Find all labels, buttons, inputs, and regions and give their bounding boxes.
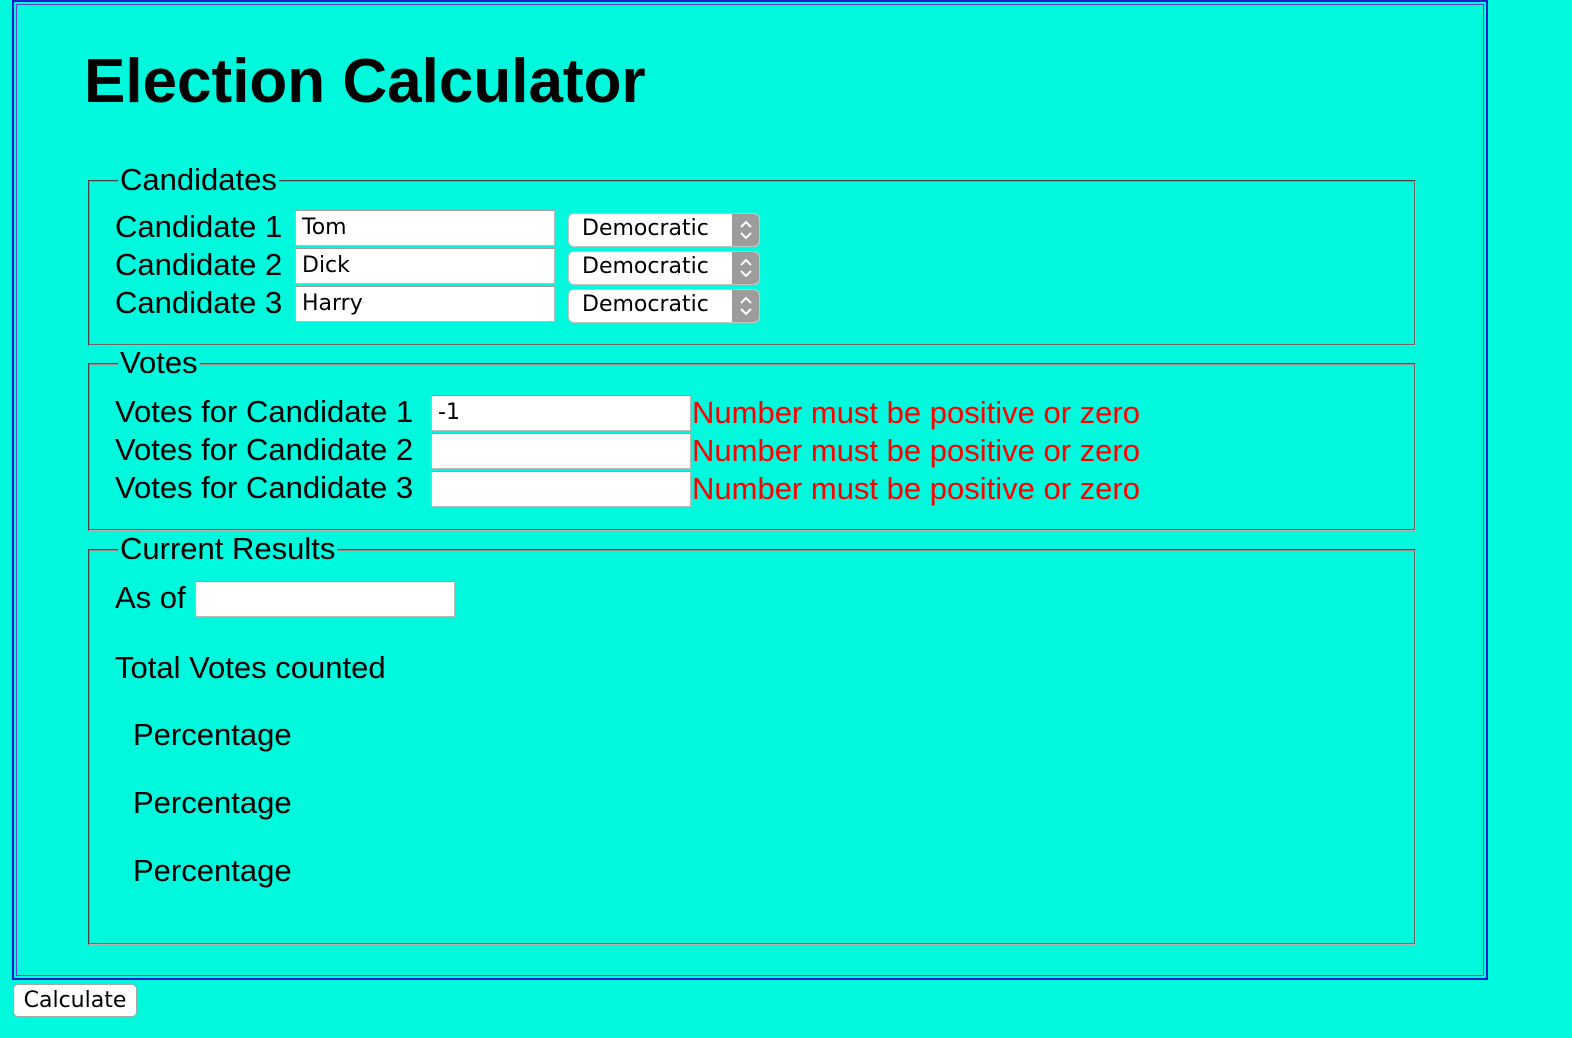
calculate-button[interactable]: Calculate	[13, 984, 137, 1017]
votes-fieldset: Votes Votes for Candidate 1 -1 Number mu…	[88, 346, 1416, 531]
candidates-fieldset: Candidates Candidate 1 Tom Democratic Ca…	[88, 163, 1416, 346]
percentage-label-3: Percentage	[133, 853, 292, 888]
candidate-1-name-input[interactable]: Tom	[295, 210, 555, 246]
candidate-3-party-value: Democratic	[582, 292, 709, 317]
votes-candidate-3-error: Number must be positive or zero	[692, 471, 1140, 506]
candidate-3-name-input[interactable]: Harry	[295, 286, 555, 322]
chevron-updown-icon	[732, 252, 759, 284]
candidates-legend: Candidates	[118, 162, 279, 197]
candidate-2-name-input[interactable]: Dick	[295, 248, 555, 284]
votes-candidate-3-input[interactable]	[431, 471, 691, 507]
percentage-label-1: Percentage	[133, 717, 292, 752]
candidate-1-party-value: Democratic	[582, 216, 709, 241]
as-of-input[interactable]	[195, 581, 455, 617]
candidate-2-label: Candidate 2	[115, 247, 283, 282]
candidate-3-party-select[interactable]: Democratic	[568, 289, 760, 323]
candidate-1-party-select[interactable]: Democratic	[568, 213, 760, 247]
results-legend: Current Results	[118, 531, 338, 566]
chevron-updown-icon	[732, 214, 759, 246]
votes-candidate-2-label: Votes for Candidate 2	[115, 432, 414, 467]
votes-candidate-3-label: Votes for Candidate 3	[115, 470, 414, 505]
candidate-2-party-value: Democratic	[582, 254, 709, 279]
candidate-3-label: Candidate 3	[115, 285, 283, 320]
as-of-label: As of	[115, 580, 186, 615]
results-fieldset: Current Results As of Total Votes counte…	[88, 532, 1416, 945]
candidate-1-label: Candidate 1	[115, 209, 283, 244]
votes-candidate-1-label: Votes for Candidate 1	[115, 394, 414, 429]
votes-legend: Votes	[118, 345, 200, 380]
percentage-label-2: Percentage	[133, 785, 292, 820]
main-frame: Election Calculator Candidates Candidate…	[12, 0, 1488, 980]
votes-candidate-1-error: Number must be positive or zero	[692, 395, 1140, 430]
votes-candidate-2-error: Number must be positive or zero	[692, 433, 1140, 468]
total-votes-label: Total Votes counted	[115, 650, 386, 685]
candidate-2-party-select[interactable]: Democratic	[568, 251, 760, 285]
page-title: Election Calculator	[84, 47, 646, 116]
chevron-updown-icon	[732, 290, 759, 322]
votes-candidate-2-input[interactable]	[431, 433, 691, 469]
votes-candidate-1-input[interactable]: -1	[431, 395, 691, 431]
